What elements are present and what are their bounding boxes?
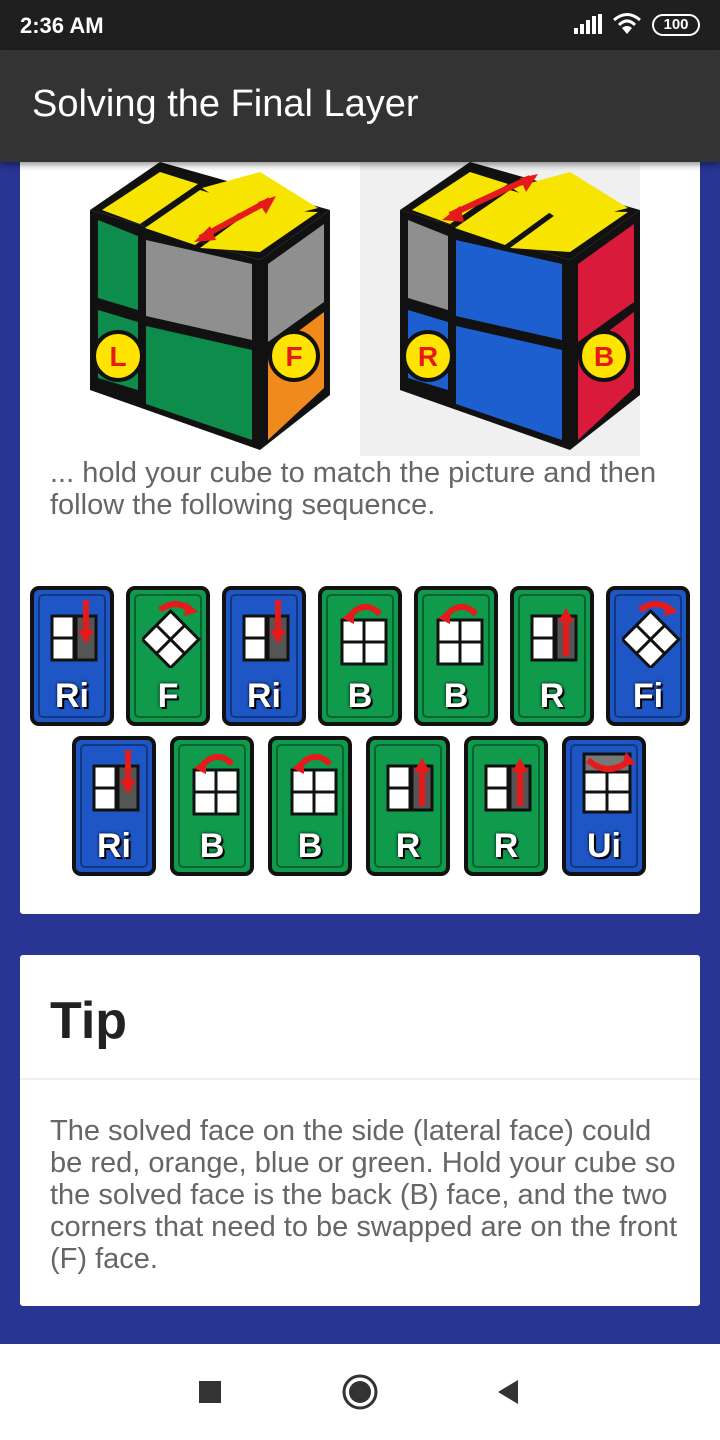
face-badge-r: R: [418, 341, 438, 372]
move-label: F: [157, 677, 179, 715]
app-bar: Solving the Final Layer: [0, 50, 720, 162]
move-card: B: [318, 586, 402, 726]
move-card: B: [414, 586, 498, 726]
wifi-icon: [613, 13, 641, 34]
battery-level: 100: [663, 16, 689, 33]
move-label: Ui: [587, 827, 621, 865]
instruction-card: L F R B ... hold your cube to match the …: [20, 130, 700, 914]
cube-orientation-illustration: L F R B: [90, 160, 640, 456]
move-label: R: [539, 677, 565, 715]
move-card: F: [126, 586, 210, 726]
move-card: R: [464, 736, 548, 876]
move-label: Ri: [247, 677, 281, 715]
divider: [20, 1078, 700, 1080]
face-badge-l: L: [109, 341, 126, 372]
move-label: B: [443, 677, 469, 715]
move-card: Ri: [72, 736, 156, 876]
navigation-bar: [0, 1344, 720, 1440]
move-label: Ri: [55, 677, 89, 715]
move-up-icon: [526, 598, 586, 673]
move-top-icon: [578, 748, 638, 823]
back-triangle-icon[interactable]: [486, 1370, 530, 1414]
move-label: R: [395, 827, 421, 865]
move-card: R: [510, 586, 594, 726]
move-down-icon: [238, 598, 298, 673]
move-up-icon: [382, 748, 442, 823]
move-label: Fi: [632, 677, 664, 715]
face-badge-b: B: [594, 341, 614, 372]
move-down-icon: [46, 598, 106, 673]
move-card: Ui: [562, 736, 646, 876]
move-card: B: [170, 736, 254, 876]
status-time: 2:36 AM: [20, 13, 104, 38]
move-back-icon: [430, 598, 490, 673]
move-card: Ri: [30, 586, 114, 726]
move-label: B: [199, 827, 225, 865]
move-label: B: [347, 677, 373, 715]
face-badge-f: F: [285, 341, 302, 372]
move-label: B: [297, 827, 323, 865]
move-card: B: [268, 736, 352, 876]
move-face-icon: [620, 598, 682, 673]
move-label: R: [493, 827, 519, 865]
status-bar: 2:36 AM 100: [0, 0, 720, 50]
tip-title: Tip: [50, 992, 128, 1050]
move-label: Ri: [97, 827, 131, 865]
move-card: Ri: [222, 586, 306, 726]
move-face-icon: [140, 598, 202, 673]
move-down-icon: [88, 748, 148, 823]
move-back-icon: [186, 748, 246, 823]
home-circle-icon[interactable]: [338, 1370, 382, 1414]
page-title: Solving the Final Layer: [32, 83, 419, 125]
move-back-icon: [334, 598, 394, 673]
move-up-icon: [480, 748, 540, 823]
instruction-text: ... hold your cube to match the picture …: [50, 457, 657, 521]
tip-card: Tip The solved face on the side (lateral…: [20, 955, 700, 1306]
recents-square-icon[interactable]: [188, 1370, 232, 1414]
move-back-icon: [284, 748, 344, 823]
move-sequence: Ri F Ri B B R Fi Ri B B R R Ui: [20, 586, 700, 886]
signal-icon: [574, 14, 602, 34]
move-card: R: [366, 736, 450, 876]
move-card: Fi: [606, 586, 690, 726]
tip-text: The solved face on the side (lateral fac…: [50, 1115, 678, 1275]
battery-icon: 100: [652, 14, 700, 36]
